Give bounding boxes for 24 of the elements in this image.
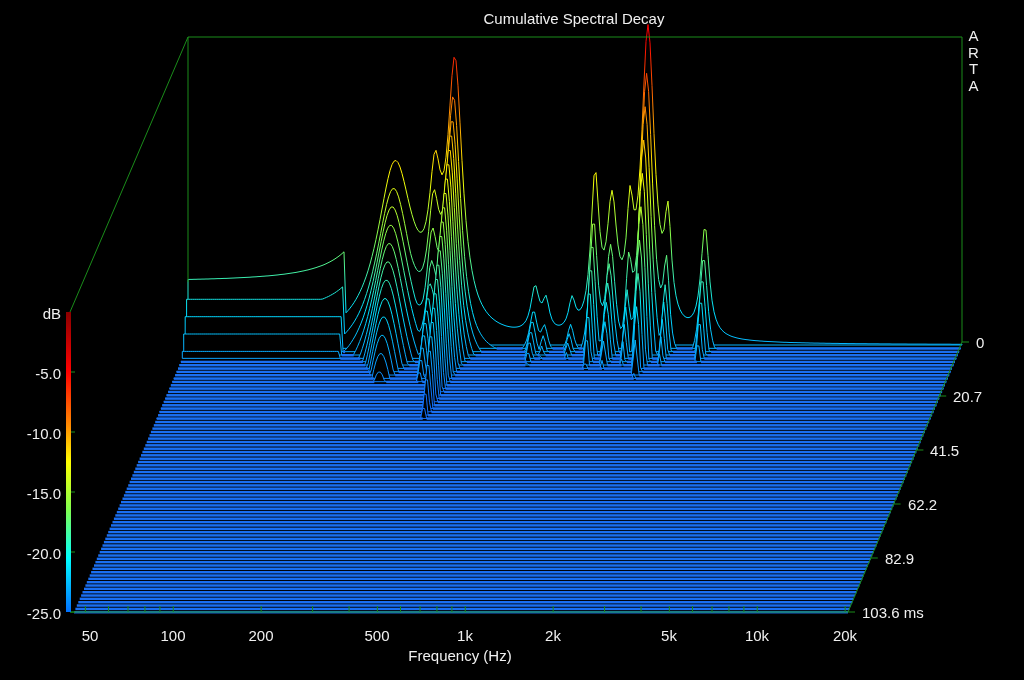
axis-tick-label: 20k xyxy=(832,628,858,644)
axis-unit-label: dB xyxy=(42,306,61,322)
axis-tick-label: -10.0 xyxy=(26,426,61,442)
axis-tick-label: -15.0 xyxy=(26,486,61,502)
axis-tick-label: 103.6 ms xyxy=(862,605,924,621)
axis-tick-label: 2k xyxy=(545,628,561,644)
chart-title: Cumulative Spectral Decay xyxy=(483,11,665,27)
axis-tick-label: 41.5 xyxy=(930,443,960,459)
brand-label: ARTA xyxy=(967,28,980,94)
axis-tick-label: -25.0 xyxy=(26,606,61,622)
axis-tick-label: 62.2 xyxy=(908,497,938,513)
axis-tick-label: 50 xyxy=(81,628,99,644)
axis-tick-label: -5.0 xyxy=(35,366,61,382)
axis-tick-label: 100 xyxy=(160,628,186,644)
axis-tick-label: 1k xyxy=(457,628,473,644)
axis-tick-label: 10k xyxy=(744,628,770,644)
axis-tick-label: 500 xyxy=(364,628,390,644)
axis-tick-label: 82.9 xyxy=(885,551,915,567)
axis-tick-label: 5k xyxy=(661,628,677,644)
axis-tick-label: 200 xyxy=(248,628,274,644)
axis-tick-label: 0 xyxy=(976,335,985,351)
axis-tick-label: 20.7 xyxy=(953,389,983,405)
axis-tick-label: -20.0 xyxy=(26,546,61,562)
axis-title: Frequency (Hz) xyxy=(408,648,512,664)
